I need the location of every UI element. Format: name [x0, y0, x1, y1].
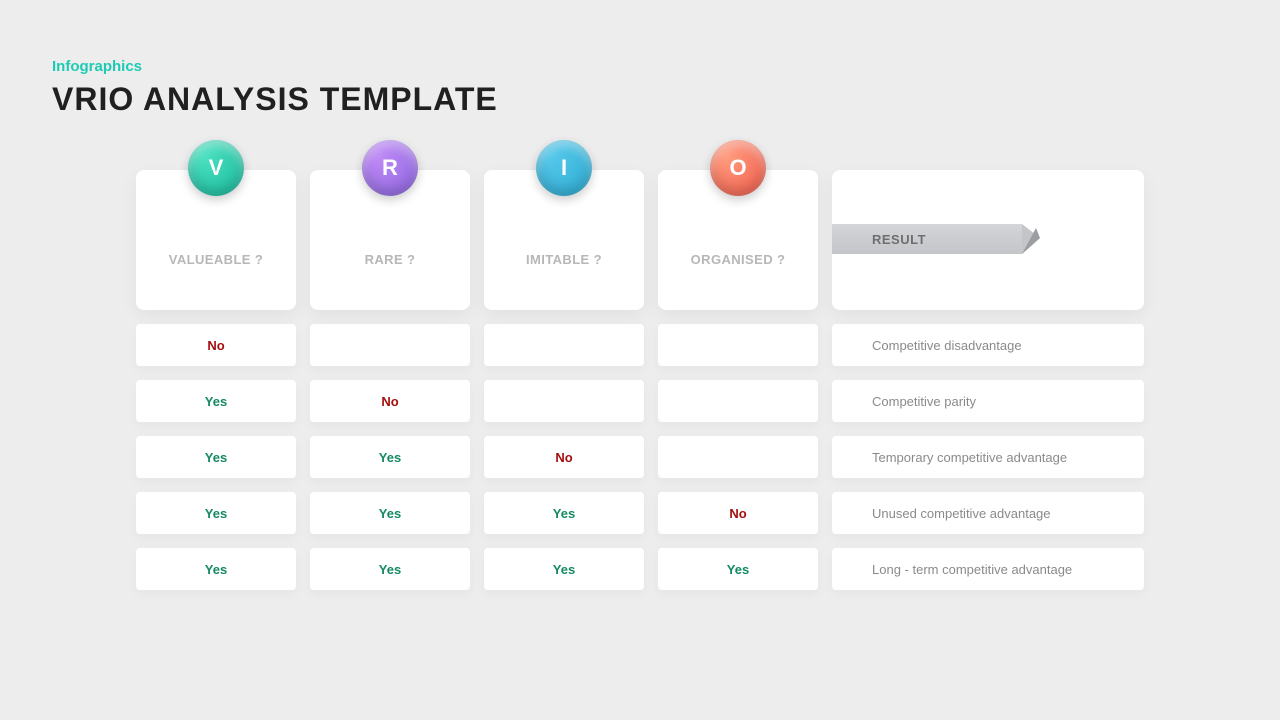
result-cell: Competitive disadvantage: [832, 324, 1144, 366]
header-i: I IMITABLE ?: [484, 170, 644, 310]
cell: [658, 436, 818, 478]
result-ribbon: RESULT: [832, 224, 1022, 254]
cell: Yes: [136, 380, 296, 422]
header-label-v: VALUEABLE ?: [169, 252, 263, 267]
result-label: RESULT: [872, 232, 926, 247]
cell: Yes: [484, 548, 644, 590]
slide: Infographics VRIO ANALYSIS TEMPLATE V VA…: [0, 0, 1280, 720]
column-o: O ORGANISED ? No Yes: [658, 170, 818, 590]
header-v: V VALUEABLE ?: [136, 170, 296, 310]
header-label-r: RARE ?: [365, 252, 416, 267]
header-label-i: IMITABLE ?: [526, 252, 602, 267]
cell: Yes: [658, 548, 818, 590]
header-o: O ORGANISED ?: [658, 170, 818, 310]
cell: Yes: [484, 492, 644, 534]
cell: Yes: [136, 492, 296, 534]
cell: No: [658, 492, 818, 534]
badge-r-icon: R: [362, 140, 418, 196]
column-v: V VALUEABLE ? No Yes Yes Yes Yes: [136, 170, 296, 590]
cell: No: [310, 380, 470, 422]
eyebrow: Infographics: [52, 58, 1230, 75]
ribbon-tail-icon: [1022, 224, 1046, 268]
cell: No: [484, 436, 644, 478]
cell: [658, 324, 818, 366]
result-cell: Competitive parity: [832, 380, 1144, 422]
cell: No: [136, 324, 296, 366]
result-cell: Long - term competitive advantage: [832, 548, 1144, 590]
badge-i-icon: I: [536, 140, 592, 196]
header-r: R RARE ?: [310, 170, 470, 310]
badge-o-icon: O: [710, 140, 766, 196]
cell: [658, 380, 818, 422]
vrio-grid: V VALUEABLE ? No Yes Yes Yes Yes R RARE …: [136, 170, 1146, 590]
column-i: I IMITABLE ? No Yes Yes: [484, 170, 644, 590]
header-label-o: ORGANISED ?: [691, 252, 786, 267]
result-cell: Temporary competitive advantage: [832, 436, 1144, 478]
cell: Yes: [310, 548, 470, 590]
column-r: R RARE ? No Yes Yes Yes: [310, 170, 470, 590]
header-result: RESULT: [832, 170, 1144, 310]
cell: [484, 380, 644, 422]
result-cell: Unused competitive advantage: [832, 492, 1144, 534]
page-title: VRIO ANALYSIS TEMPLATE: [52, 81, 1230, 118]
cell: [484, 324, 644, 366]
cell: Yes: [310, 492, 470, 534]
cell: Yes: [310, 436, 470, 478]
cell: Yes: [136, 436, 296, 478]
badge-v-icon: V: [188, 140, 244, 196]
cell: [310, 324, 470, 366]
column-result: RESULT Competitive disadvantage Competit…: [832, 170, 1144, 590]
cell: Yes: [136, 548, 296, 590]
